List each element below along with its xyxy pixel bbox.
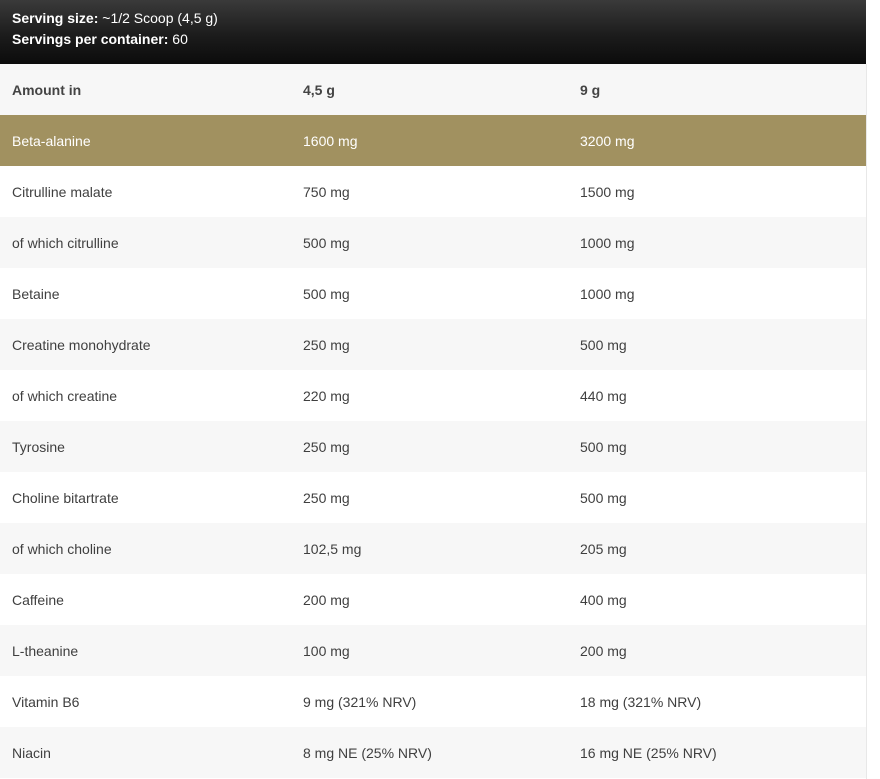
amount-cell: 250 mg — [303, 438, 350, 455]
amount-cell: 1000 mg — [580, 285, 635, 302]
ingredient-name: Tyrosine — [12, 438, 65, 455]
amount-cell: 100 mg — [303, 642, 350, 659]
ingredient-name: Betaine — [12, 285, 60, 302]
amount-cell: 250 mg — [303, 336, 350, 353]
amount-cell: 1600 mg — [303, 132, 358, 149]
amount-cell: 1000 mg — [580, 234, 635, 251]
highlighted-row: Beta-alanine 1600 mg 3200 mg — [0, 115, 866, 166]
amount-cell: 3200 mg — [580, 132, 635, 149]
ingredient-name: Citrulline malate — [12, 183, 113, 200]
amount-cell: 18 mg (321% NRV) — [580, 693, 702, 710]
servings-per-container-line: Servings per container: 60 — [12, 29, 866, 50]
ingredient-name: Caffeine — [12, 591, 64, 608]
amount-cell: 8 mg NE (25% NRV) — [303, 744, 432, 761]
table-row: Caffeine 200 mg 400 mg — [0, 574, 866, 625]
ingredient-name: Beta-alanine — [12, 132, 91, 149]
ingredient-name: of which choline — [12, 540, 112, 557]
amount-cell: 500 mg — [580, 438, 627, 455]
column-header: Amount in — [12, 81, 82, 98]
ingredient-name: Niacin — [12, 744, 51, 761]
ingredient-name: of which citrulline — [12, 234, 119, 251]
nutrition-table: Amount in 4,5 g 9 g Beta-alanine 1600 mg 3… — [0, 64, 866, 778]
amount-cell: 200 mg — [580, 642, 627, 659]
amount-cell: 102,5 mg — [303, 540, 362, 557]
table-row: L-theanine 100 mg 200 mg — [0, 625, 866, 676]
amount-cell: 400 mg — [580, 591, 627, 608]
table-row: of which citrulline 500 mg 1000 mg — [0, 217, 866, 268]
amount-cell: 200 mg — [303, 591, 350, 608]
table-row: Vitamin B6 9 mg (321% NRV) 18 mg (321% NRV… — [0, 676, 866, 727]
column-header: 4,5 g — [303, 81, 335, 98]
table-row: of which choline 102,5 mg 205 mg — [0, 523, 866, 574]
table-row: of which creatine 220 mg 440 mg — [0, 370, 866, 421]
table-row: Citrulline malate 750 mg 1500 mg — [0, 166, 866, 217]
amount-cell: 9 mg (321% NRV) — [303, 693, 417, 710]
ingredient-name: L-theanine — [12, 642, 79, 659]
amount-cell: 500 mg — [303, 234, 350, 251]
amount-cell: 500 mg — [580, 336, 627, 353]
serving-header: Serving size: ~1/2 Scoop (4,5 g) Serving… — [0, 0, 866, 64]
nutrition-panel: Serving size: ~1/2 Scoop (4,5 g) Serving… — [0, 0, 867, 779]
ingredient-name: Choline bitartrate — [12, 489, 119, 506]
servings-label: Servings per container: — [12, 31, 169, 47]
table-row: Creatine monohydrate 250 mg 500 mg — [0, 319, 866, 370]
amount-cell: 205 mg — [580, 540, 627, 557]
column-header: 9 g — [580, 81, 601, 98]
amount-cell: 440 mg — [580, 387, 627, 404]
amount-cell: 500 mg — [303, 285, 350, 302]
amount-cell: 250 mg — [303, 489, 350, 506]
table-border — [866, 64, 867, 779]
serving-size-line: Serving size: ~1/2 Scoop (4,5 g) — [12, 8, 866, 29]
table-header-row: Amount in 4,5 g 9 g — [0, 64, 866, 115]
serving-size-label: Serving size: — [12, 10, 99, 26]
amount-cell: 1500 mg — [580, 183, 635, 200]
table-row: Tyrosine 250 mg 500 mg — [0, 421, 866, 472]
ingredient-name: of which creatine — [12, 387, 118, 404]
serving-size-value: ~1/2 Scoop (4,5 g) — [98, 10, 218, 26]
amount-cell: 750 mg — [303, 183, 350, 200]
table-row: Choline bitartrate 250 mg 500 mg — [0, 472, 866, 523]
amount-cell: 16 mg NE (25% NRV) — [580, 744, 717, 761]
servings-value: 60 — [168, 31, 188, 47]
amount-cell: 500 mg — [580, 489, 627, 506]
table-row: Betaine 500 mg 1000 mg — [0, 268, 866, 319]
amount-cell: 220 mg — [303, 387, 350, 404]
ingredient-name: Creatine monohydrate — [12, 336, 151, 353]
table-row: Niacin 8 mg NE (25% NRV) 16 mg NE (25% NRV… — [0, 727, 866, 778]
ingredient-name: Vitamin B6 — [12, 693, 80, 710]
